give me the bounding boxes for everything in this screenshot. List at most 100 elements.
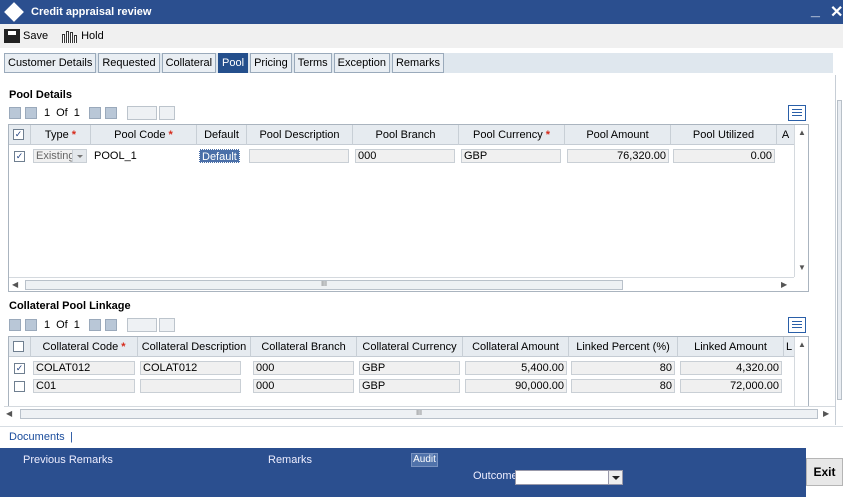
window-title: Credit appraisal review: [31, 6, 152, 18]
pool-select-all-checkbox[interactable]: ✓: [13, 129, 24, 140]
previous-remarks-link[interactable]: Previous Remarks: [23, 454, 113, 466]
save-label: Save: [23, 30, 49, 42]
page-of-label: Of: [56, 107, 68, 119]
save-button[interactable]: Save: [4, 29, 48, 43]
table-row[interactable]: ✓ COLAT012 COLAT012 000 GBP 5,400.00 80 …: [9, 359, 794, 377]
chevron-down-icon: [608, 471, 622, 484]
col-more: L: [785, 341, 793, 353]
footer-links: Documents |: [0, 426, 843, 446]
pool-grid-horizontal-scrollbar[interactable]: ◀ III ▶: [9, 277, 794, 291]
pool-details-title: Pool Details: [9, 89, 72, 101]
tab-collateral[interactable]: Collateral: [161, 53, 217, 73]
prev-page-icon[interactable]: [25, 107, 37, 119]
next-page-icon[interactable]: [88, 107, 101, 119]
title-bar: Credit appraisal review _ ✕: [0, 0, 843, 24]
pool-grid-vertical-scrollbar[interactable]: ▲ ▼: [794, 125, 808, 277]
collateral-amount-field[interactable]: 90,000.00: [465, 379, 567, 393]
total-pages: 1: [73, 319, 80, 331]
col-collateral-currency: Collateral Currency: [357, 337, 463, 357]
page-jump-input[interactable]: [126, 106, 157, 120]
col-linked-percent: Linked Percent (%): [569, 337, 678, 357]
collateral-grid-header: Collateral Code * Collateral Description …: [9, 337, 794, 357]
collateral-branch-field[interactable]: 000: [253, 361, 354, 375]
col-pool-branch: Pool Branch: [353, 125, 459, 145]
linked-amount-field[interactable]: 4,320.00: [680, 361, 782, 375]
tab-terms[interactable]: Terms: [293, 53, 332, 73]
col-more: A: [781, 129, 790, 141]
collateral-pool-linkage-title: Collateral Pool Linkage: [9, 300, 131, 312]
tab-pricing[interactable]: Pricing: [250, 53, 292, 73]
collateral-code-field[interactable]: COLAT012: [33, 361, 135, 375]
linked-amount-field[interactable]: 72,000.00: [680, 379, 782, 393]
last-page-icon[interactable]: [104, 107, 117, 119]
first-page-icon[interactable]: [9, 319, 21, 331]
prev-page-icon[interactable]: [25, 319, 37, 331]
collateral-grid-options-icon[interactable]: [788, 317, 806, 333]
collateral-amount-field[interactable]: 5,400.00: [465, 361, 567, 375]
close-button[interactable]: ✕: [830, 2, 843, 22]
tab-remarks[interactable]: Remarks: [391, 53, 444, 73]
type-select[interactable]: Existing: [33, 149, 87, 163]
pool-amount-field[interactable]: 76,320.00: [567, 149, 669, 163]
remarks-link[interactable]: Remarks: [268, 454, 312, 466]
default-button[interactable]: Default: [199, 149, 240, 163]
pool-grid-header: ✓ Type * Pool Code * Default Pool Descript…: [9, 125, 794, 145]
collateral-currency-field[interactable]: GBP: [359, 361, 460, 375]
collateral-grid-vertical-scrollbar[interactable]: ▲: [794, 337, 808, 406]
row-checkbox[interactable]: ✓: [14, 363, 25, 374]
tab-customer-details[interactable]: Customer Details: [4, 53, 97, 73]
col-default: Default: [197, 125, 247, 145]
save-icon: [4, 29, 20, 43]
pool-description-field[interactable]: [249, 149, 349, 163]
page-horizontal-scrollbar[interactable]: ◀ III ▶: [4, 406, 835, 420]
pool-pagination: 1 Of 1: [9, 104, 175, 122]
collateral-code-field[interactable]: C01: [33, 379, 135, 393]
hold-button[interactable]: Hold: [60, 29, 104, 43]
table-row[interactable]: C01 000 GBP 90,000.00 80 72,000.00: [9, 377, 794, 395]
tab-exception[interactable]: Exception: [333, 53, 390, 73]
outcome-select[interactable]: [515, 470, 623, 485]
page-go-button[interactable]: [158, 318, 175, 332]
collateral-pool-linkage-grid: Collateral Code * Collateral Description …: [8, 336, 809, 406]
page-jump-input[interactable]: [126, 318, 157, 332]
current-page: 1: [44, 107, 51, 119]
tab-bar: Customer Details Requested Collateral Po…: [4, 53, 833, 73]
pool-utilized-field[interactable]: 0.00: [673, 149, 775, 163]
row-checkbox[interactable]: ✓: [14, 151, 25, 162]
collateral-description-field[interactable]: COLAT012: [140, 361, 241, 375]
linked-percent-field[interactable]: 80: [571, 379, 675, 393]
tab-requested[interactable]: Requested: [98, 53, 160, 73]
collateral-description-field[interactable]: [140, 379, 241, 393]
linked-percent-field[interactable]: 80: [571, 361, 675, 375]
row-checkbox[interactable]: [14, 381, 25, 392]
col-type: Type *: [31, 125, 91, 145]
documents-link[interactable]: Documents: [9, 431, 65, 443]
col-pool-currency: Pool Currency *: [459, 125, 565, 145]
pool-currency-field[interactable]: GBP: [461, 149, 561, 163]
outcome-label: Outcome: [473, 470, 518, 482]
exit-button[interactable]: Exit: [806, 458, 843, 486]
collateral-branch-field[interactable]: 000: [253, 379, 354, 393]
col-pool-code: Pool Code *: [91, 125, 197, 145]
collateral-currency-field[interactable]: GBP: [359, 379, 460, 393]
pool-grid-options-icon[interactable]: [788, 105, 806, 121]
first-page-icon[interactable]: [9, 107, 21, 119]
col-collateral-amount: Collateral Amount: [463, 337, 569, 357]
collateral-select-all-checkbox[interactable]: [13, 341, 24, 352]
pool-code-field[interactable]: POOL_1: [91, 149, 195, 163]
pool-branch-field[interactable]: 000: [355, 149, 455, 163]
last-page-icon[interactable]: [104, 319, 117, 331]
minimize-button[interactable]: _: [811, 2, 820, 20]
toolbar: Save Hold: [0, 24, 843, 48]
next-page-icon[interactable]: [88, 319, 101, 331]
col-linked-amount: Linked Amount: [678, 337, 784, 357]
tab-pool[interactable]: Pool: [218, 53, 249, 73]
table-row[interactable]: ✓ Existing POOL_1 Default 000 GBP 76,320…: [9, 147, 794, 165]
col-collateral-code: Collateral Code *: [31, 337, 138, 357]
current-page: 1: [44, 319, 51, 331]
audit-button[interactable]: Audit: [411, 453, 438, 467]
page-vertical-scrollbar[interactable]: [835, 75, 843, 425]
col-collateral-description: Collateral Description: [138, 337, 251, 357]
page-go-button[interactable]: [158, 106, 175, 120]
col-pool-description: Pool Description: [247, 125, 353, 145]
